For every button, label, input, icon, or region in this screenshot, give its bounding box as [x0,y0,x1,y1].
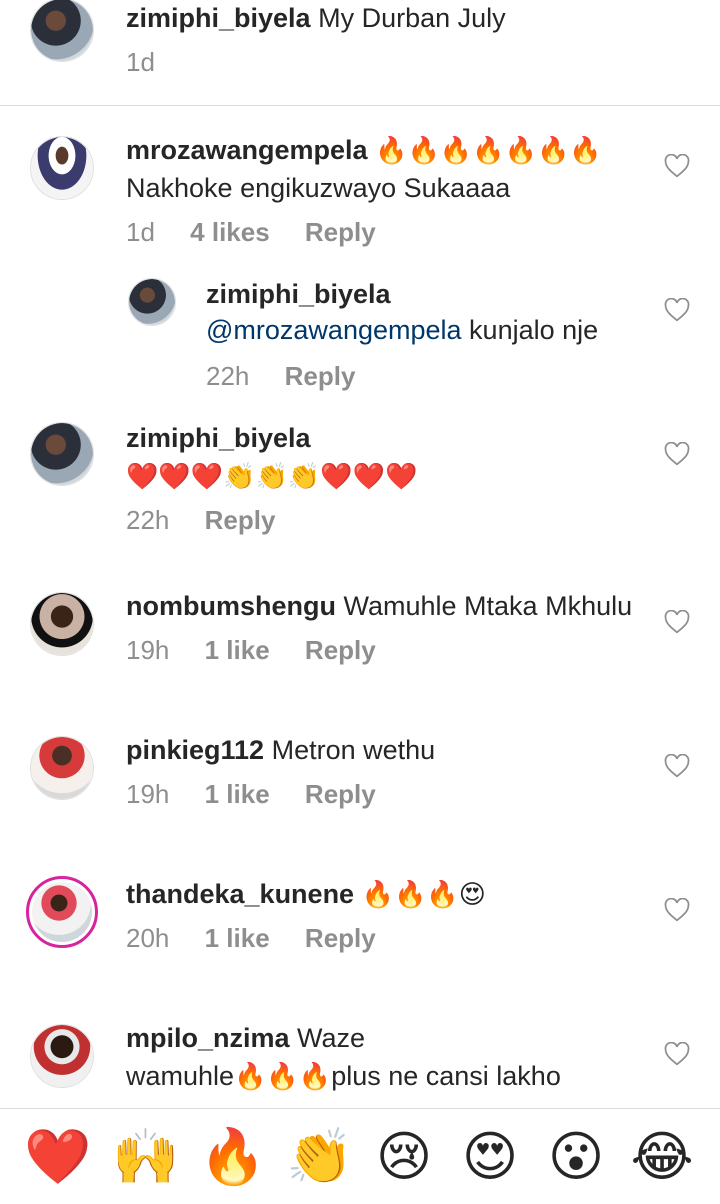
comment-line-1: pinkieg112 Metron wethu [126,732,435,768]
heart-icon[interactable] [664,898,690,922]
comment-text-b: plus ne cansi lakho [331,1061,561,1091]
comment-text: Wamuhle Mtaka Mkhulu [343,591,633,621]
heart-icon[interactable] [664,154,690,178]
comment-text: Waze [297,1023,366,1053]
likes-count[interactable]: 1 like [205,779,270,809]
comment: mpilo_nzima Waze wamuhle🔥🔥🔥plus ne cansi… [0,1020,720,1108]
comment-meta: 1d [126,46,183,78]
reply-text: kunjalo nje [469,315,599,345]
comment: nombumshengu Wamuhle Mtaka Mkhulu 19h 1 … [0,588,720,678]
comment-text: @mrozawangempela kunjalo nje [206,312,598,348]
avatar[interactable] [30,136,94,200]
timestamp: 19h [126,779,170,809]
avatar[interactable] [30,1024,94,1088]
crying-face-reaction[interactable]: 😢 [372,1125,436,1189]
fire-heart-eyes-emoji: 🔥🔥🔥😍 [361,879,486,909]
reply-comment: zimiphi_biyela @mrozawangempela kunjalo … [0,276,720,396]
username[interactable]: mpilo_nzima [126,1023,290,1053]
surprised-face-reaction[interactable]: 😮 [544,1125,608,1189]
comment-meta: 22h Reply [206,360,383,392]
heart-icon[interactable] [664,754,690,778]
username[interactable]: pinkieg112 [126,735,264,765]
reply-button[interactable]: Reply [305,779,376,809]
comment: zimiphi_biyela ❤️❤️❤️👏👏👏❤️❤️❤️ 22h Reply [0,420,720,540]
comment-text-a: wamuhle [126,1061,235,1091]
comment: thandeka_kunene 🔥🔥🔥😍 20h 1 like Reply [0,876,720,966]
heart-icon[interactable] [664,442,690,466]
username[interactable]: zimiphi_biyela [126,423,311,453]
username[interactable]: nombumshengu [126,591,336,621]
avatar[interactable] [30,422,94,486]
heart-icon[interactable] [664,1042,690,1066]
comment-line-1: mpilo_nzima Waze [126,1020,365,1056]
reply-button[interactable]: Reply [305,635,376,665]
timestamp: 19h [126,635,170,665]
comment-line-2: wamuhle🔥🔥🔥plus ne cansi lakho [126,1058,561,1094]
timestamp: 22h [206,361,250,391]
timestamp: 22h [126,505,170,535]
comment-line-1: zimiphi_biyela [206,276,391,312]
avatar[interactable] [30,0,94,62]
comment-meta: 22h Reply [126,504,303,536]
reply-button[interactable]: Reply [205,505,276,535]
likes-count[interactable]: 1 like [205,923,270,953]
fire-reaction[interactable]: 🔥 [199,1125,266,1189]
comment-text: Metron wethu [271,735,436,765]
username[interactable]: mrozawangempela [126,135,368,165]
avatar[interactable] [30,592,94,656]
username[interactable]: zimiphi_biyela [126,3,311,33]
tears-of-joy-reaction[interactable]: 😂 [630,1125,694,1189]
comment: mrozawangempela 🔥🔥🔥🔥🔥🔥🔥 Nakhoke engikuzw… [0,130,720,260]
avatar-story-ring[interactable] [26,876,98,948]
quick-reactions-bar: ❤️ 🙌 🔥 👏 😢 😍 😮 😂 [0,1108,720,1204]
comment-text: ❤️❤️❤️👏👏👏❤️❤️❤️ [126,458,417,494]
comment-line-1: nombumshengu Wamuhle Mtaka Mkhulu [126,588,632,624]
comment-meta: 20h 1 like Reply [126,922,404,954]
comment-line-1: thandeka_kunene 🔥🔥🔥😍 [126,876,486,912]
comment-line-1: mrozawangempela 🔥🔥🔥🔥🔥🔥🔥 [126,132,602,168]
caption-line: zimiphi_biyela My Durban July [126,0,506,36]
comment: pinkieg112 Metron wethu 19h 1 like Reply [0,732,720,822]
avatar[interactable] [30,736,94,800]
clapping-hands-reaction[interactable]: 👏 [286,1125,353,1189]
likes-count[interactable]: 1 like [205,635,270,665]
comment-meta: 1d 4 likes Reply [126,216,404,248]
fire-emoji: 🔥🔥🔥 [234,1061,332,1091]
comment-meta: 19h 1 like Reply [126,778,404,810]
comment-line-1: zimiphi_biyela [126,420,311,456]
hearts-clap-emoji: ❤️❤️❤️👏👏👏❤️❤️❤️ [126,461,418,491]
reply-button[interactable]: Reply [305,217,376,247]
timestamp: 1d [126,47,155,77]
heart-icon[interactable] [664,298,690,322]
heart-eyes-reaction[interactable]: 😍 [458,1125,522,1189]
raising-hands-reaction[interactable]: 🙌 [112,1125,179,1189]
heart-icon[interactable] [664,610,690,634]
red-heart-reaction[interactable]: ❤️ [24,1125,91,1189]
comment-meta: 19h 1 like Reply [126,634,404,666]
timestamp: 20h [126,923,170,953]
timestamp: 1d [126,217,155,247]
fire-emoji: 🔥🔥🔥🔥🔥🔥🔥 [375,135,602,165]
avatar[interactable] [128,278,176,326]
comment-text: Nakhoke engikuzwayo Sukaaaa [126,173,511,203]
reply-button[interactable]: Reply [285,361,356,391]
username[interactable]: zimiphi_biyela [206,279,391,309]
reply-button[interactable]: Reply [305,923,376,953]
post-caption: zimiphi_biyela My Durban July 1d [0,0,720,106]
username[interactable]: thandeka_kunene [126,879,354,909]
mention-link[interactable]: @mrozawangempela [206,315,462,345]
likes-count[interactable]: 4 likes [190,217,270,247]
caption-text: My Durban July [318,3,506,33]
